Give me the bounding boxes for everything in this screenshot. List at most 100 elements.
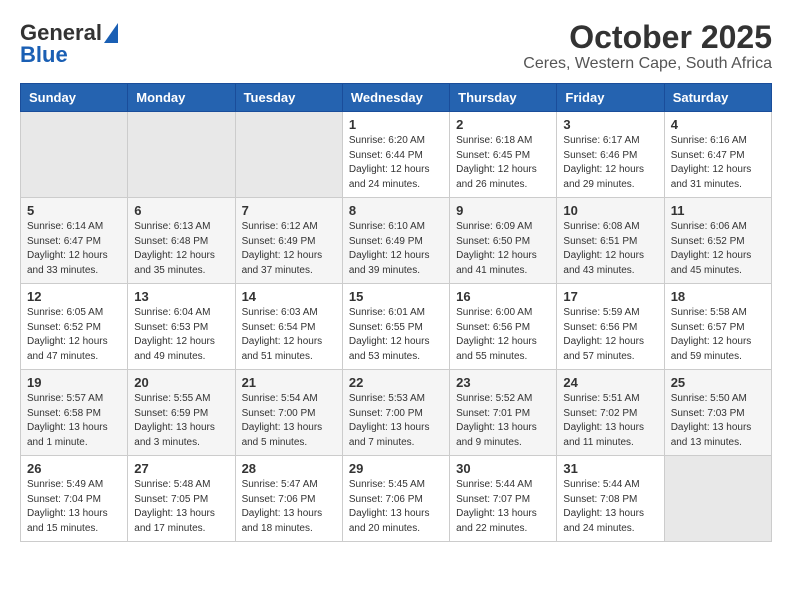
calendar-week-row: 19 Sunrise: 5:57 AM Sunset: 6:58 PM Dayli… bbox=[21, 370, 772, 456]
day-number: 24 bbox=[563, 375, 657, 390]
day-number: 26 bbox=[27, 461, 121, 476]
calendar-title: October 2025 bbox=[523, 20, 772, 55]
calendar-cell: 21 Sunrise: 5:54 AM Sunset: 7:00 PM Dayli… bbox=[235, 370, 342, 456]
page: General Blue October 2025 Ceres, Western… bbox=[0, 0, 792, 552]
day-info: Sunrise: 6:05 AM Sunset: 6:52 PM Dayligh… bbox=[27, 306, 121, 364]
calendar-cell: 2 Sunrise: 6:18 AM Sunset: 6:45 PM Daylig… bbox=[450, 112, 557, 198]
calendar-cell: 20Sunrise: 5:55 AM Sunset: 6:59 PM Dayli… bbox=[128, 370, 235, 456]
header: General Blue October 2025 Ceres, Western… bbox=[20, 20, 772, 73]
day-info: Sunrise: 6:17 AM Sunset: 6:46 PM Dayligh… bbox=[563, 134, 657, 192]
calendar-cell: 27 Sunrise: 5:48 AM Sunset: 7:05 PM Dayli… bbox=[128, 456, 235, 542]
day-info: Sunrise: 6:00 AM Sunset: 6:56 PM Dayligh… bbox=[456, 306, 550, 364]
day-info: Sunrise: 6:14 AM Sunset: 6:47 PM Dayligh… bbox=[27, 220, 121, 278]
calendar-cell: 8Sunrise: 6:10 AM Sunset: 6:49 PM Daylig… bbox=[342, 198, 449, 284]
day-info: Sunrise: 5:47 AM Sunset: 7:06 PM Dayligh… bbox=[242, 478, 336, 536]
calendar-cell: 17 Sunrise: 5:59 AM Sunset: 6:56 PM Dayli… bbox=[557, 284, 664, 370]
calendar-cell: 1 Sunrise: 6:20 AM Sunset: 6:44 PM Daylig… bbox=[342, 112, 449, 198]
day-info: Sunrise: 5:49 AM Sunset: 7:04 PM Dayligh… bbox=[27, 478, 121, 536]
calendar-cell: 3 Sunrise: 6:17 AM Sunset: 6:46 PM Daylig… bbox=[557, 112, 664, 198]
day-info: Sunrise: 5:54 AM Sunset: 7:00 PM Dayligh… bbox=[242, 392, 336, 450]
day-info: Sunrise: 5:59 AM Sunset: 6:56 PM Dayligh… bbox=[563, 306, 657, 364]
day-info: Sunrise: 5:57 AM Sunset: 6:58 PM Dayligh… bbox=[27, 392, 121, 450]
day-info: Sunrise: 5:58 AM Sunset: 6:57 PM Dayligh… bbox=[671, 306, 765, 364]
calendar-cell bbox=[664, 456, 771, 542]
calendar-cell: 22 Sunrise: 5:53 AM Sunset: 7:00 PM Dayli… bbox=[342, 370, 449, 456]
day-info: Sunrise: 6:03 AM Sunset: 6:54 PM Dayligh… bbox=[242, 306, 336, 364]
day-number: 19 bbox=[27, 375, 121, 390]
day-info: Sunrise: 5:51 AM Sunset: 7:02 PM Dayligh… bbox=[563, 392, 657, 450]
calendar-cell: 24 Sunrise: 5:51 AM Sunset: 7:02 PM Dayli… bbox=[557, 370, 664, 456]
calendar-cell bbox=[21, 112, 128, 198]
title-block: October 2025 Ceres, Western Cape, South … bbox=[523, 20, 772, 73]
calendar-week-row: 1 Sunrise: 6:20 AM Sunset: 6:44 PM Daylig… bbox=[21, 112, 772, 198]
calendar-cell: 29Sunrise: 5:45 AM Sunset: 7:06 PM Dayli… bbox=[342, 456, 449, 542]
day-number: 31 bbox=[563, 461, 657, 476]
day-number: 14 bbox=[242, 289, 336, 304]
logo-icon bbox=[104, 23, 118, 43]
calendar-cell: 19 Sunrise: 5:57 AM Sunset: 6:58 PM Dayli… bbox=[21, 370, 128, 456]
calendar-cell: 5 Sunrise: 6:14 AM Sunset: 6:47 PM Daylig… bbox=[21, 198, 128, 284]
day-number: 12 bbox=[27, 289, 121, 304]
day-number: 10 bbox=[563, 203, 657, 218]
day-number: 22 bbox=[349, 375, 443, 390]
calendar-cell: 10 Sunrise: 6:08 AM Sunset: 6:51 PM Dayli… bbox=[557, 198, 664, 284]
calendar-week-row: 12 Sunrise: 6:05 AM Sunset: 6:52 PM Dayli… bbox=[21, 284, 772, 370]
calendar-cell: 25Sunrise: 5:50 AM Sunset: 7:03 PM Dayli… bbox=[664, 370, 771, 456]
calendar-cell: 9 Sunrise: 6:09 AM Sunset: 6:50 PM Daylig… bbox=[450, 198, 557, 284]
day-number: 20 bbox=[134, 375, 228, 390]
calendar-cell bbox=[235, 112, 342, 198]
header-friday: Friday bbox=[557, 84, 664, 112]
day-number: 3 bbox=[563, 117, 657, 132]
calendar-cell: 14 Sunrise: 6:03 AM Sunset: 6:54 PM Dayli… bbox=[235, 284, 342, 370]
day-info: Sunrise: 5:44 AM Sunset: 7:08 PM Dayligh… bbox=[563, 478, 657, 536]
calendar-cell: 28Sunrise: 5:47 AM Sunset: 7:06 PM Dayli… bbox=[235, 456, 342, 542]
day-number: 5 bbox=[27, 203, 121, 218]
day-number: 13 bbox=[134, 289, 228, 304]
day-number: 6 bbox=[134, 203, 228, 218]
day-info: Sunrise: 5:52 AM Sunset: 7:01 PM Dayligh… bbox=[456, 392, 550, 450]
calendar-week-row: 26 Sunrise: 5:49 AM Sunset: 7:04 PM Dayli… bbox=[21, 456, 772, 542]
calendar-week-row: 5 Sunrise: 6:14 AM Sunset: 6:47 PM Daylig… bbox=[21, 198, 772, 284]
day-info: Sunrise: 6:06 AM Sunset: 6:52 PM Dayligh… bbox=[671, 220, 765, 278]
calendar-cell: 30 Sunrise: 5:44 AM Sunset: 7:07 PM Dayli… bbox=[450, 456, 557, 542]
day-number: 30 bbox=[456, 461, 550, 476]
header-monday: Monday bbox=[128, 84, 235, 112]
day-number: 17 bbox=[563, 289, 657, 304]
day-number: 2 bbox=[456, 117, 550, 132]
day-info: Sunrise: 6:16 AM Sunset: 6:47 PM Dayligh… bbox=[671, 134, 765, 192]
calendar-cell: 13Sunrise: 6:04 AM Sunset: 6:53 PM Dayli… bbox=[128, 284, 235, 370]
day-info: Sunrise: 5:53 AM Sunset: 7:00 PM Dayligh… bbox=[349, 392, 443, 450]
calendar-cell: 18Sunrise: 5:58 AM Sunset: 6:57 PM Dayli… bbox=[664, 284, 771, 370]
day-info: Sunrise: 5:48 AM Sunset: 7:05 PM Dayligh… bbox=[134, 478, 228, 536]
day-number: 29 bbox=[349, 461, 443, 476]
day-number: 21 bbox=[242, 375, 336, 390]
day-number: 23 bbox=[456, 375, 550, 390]
day-number: 11 bbox=[671, 203, 765, 218]
day-number: 27 bbox=[134, 461, 228, 476]
calendar-cell: 15Sunrise: 6:01 AM Sunset: 6:55 PM Dayli… bbox=[342, 284, 449, 370]
day-info: Sunrise: 5:44 AM Sunset: 7:07 PM Dayligh… bbox=[456, 478, 550, 536]
day-info: Sunrise: 5:50 AM Sunset: 7:03 PM Dayligh… bbox=[671, 392, 765, 450]
header-sunday: Sunday bbox=[21, 84, 128, 112]
day-number: 16 bbox=[456, 289, 550, 304]
day-number: 7 bbox=[242, 203, 336, 218]
day-info: Sunrise: 6:09 AM Sunset: 6:50 PM Dayligh… bbox=[456, 220, 550, 278]
logo: General Blue bbox=[20, 20, 118, 68]
calendar-subtitle: Ceres, Western Cape, South Africa bbox=[523, 55, 772, 73]
day-number: 4 bbox=[671, 117, 765, 132]
header-thursday: Thursday bbox=[450, 84, 557, 112]
calendar-cell: 12 Sunrise: 6:05 AM Sunset: 6:52 PM Dayli… bbox=[21, 284, 128, 370]
calendar-cell: 6Sunrise: 6:13 AM Sunset: 6:48 PM Daylig… bbox=[128, 198, 235, 284]
calendar-table: Sunday Monday Tuesday Wednesday Thursday… bbox=[20, 83, 772, 542]
day-number: 8 bbox=[349, 203, 443, 218]
day-info: Sunrise: 6:20 AM Sunset: 6:44 PM Dayligh… bbox=[349, 134, 443, 192]
logo-blue: Blue bbox=[20, 42, 68, 68]
day-number: 9 bbox=[456, 203, 550, 218]
day-info: Sunrise: 6:18 AM Sunset: 6:45 PM Dayligh… bbox=[456, 134, 550, 192]
header-wednesday: Wednesday bbox=[342, 84, 449, 112]
day-info: Sunrise: 6:08 AM Sunset: 6:51 PM Dayligh… bbox=[563, 220, 657, 278]
calendar-cell: 26 Sunrise: 5:49 AM Sunset: 7:04 PM Dayli… bbox=[21, 456, 128, 542]
calendar-header-row: Sunday Monday Tuesday Wednesday Thursday… bbox=[21, 84, 772, 112]
day-number: 1 bbox=[349, 117, 443, 132]
calendar-cell: 7Sunrise: 6:12 AM Sunset: 6:49 PM Daylig… bbox=[235, 198, 342, 284]
